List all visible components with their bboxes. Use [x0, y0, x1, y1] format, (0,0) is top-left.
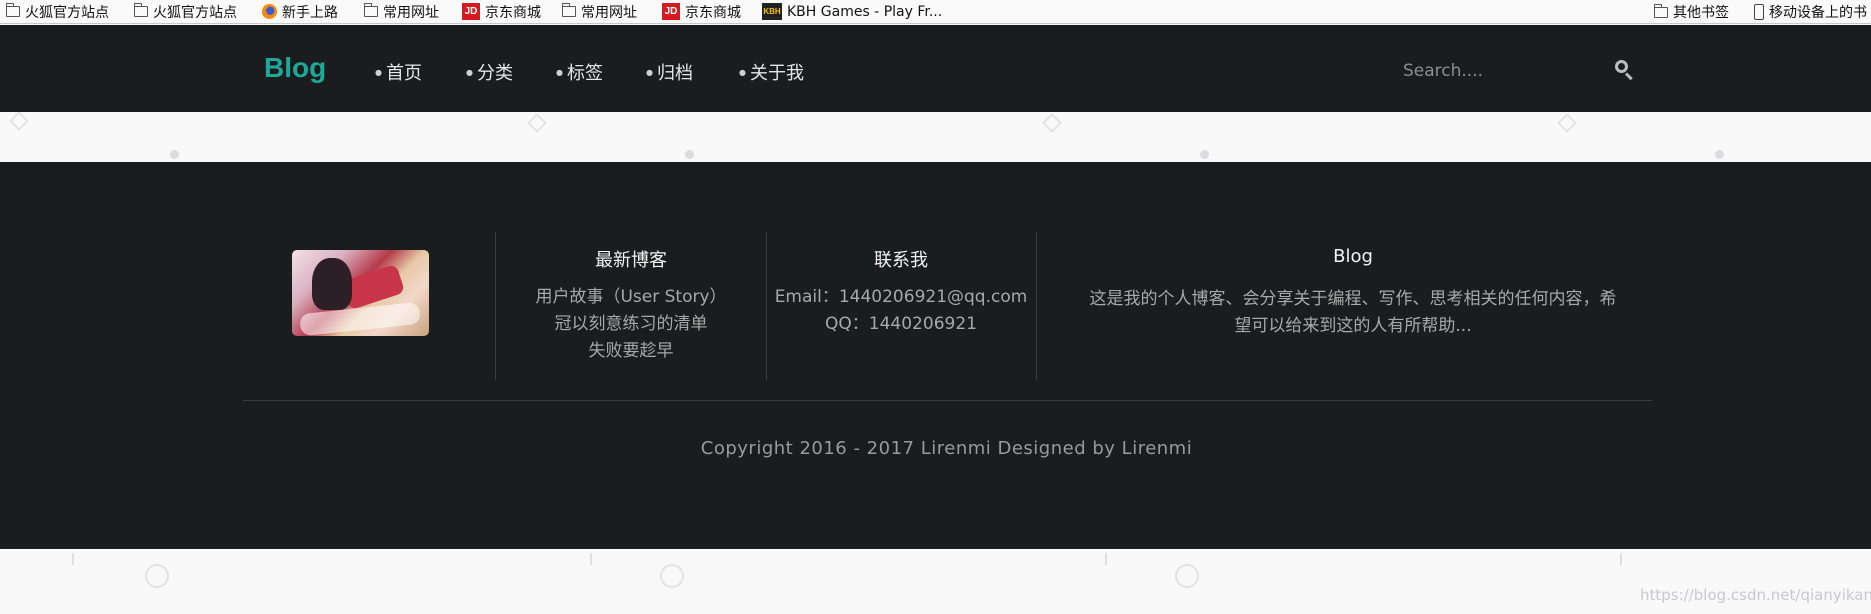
bookmark-label: 京东商城: [485, 4, 541, 21]
jd-icon: JD: [662, 3, 680, 20]
folder-icon: [561, 3, 576, 17]
bookmark-label: KBH Games - Play Fr...: [787, 3, 943, 20]
bookmark-label: 其他书签: [1673, 5, 1729, 21]
bookmark-label: 火狐官方站点: [25, 4, 109, 21]
search-icon[interactable]: [1614, 59, 1636, 81]
latest-posts-list: 用户故事（User Story） 冠以刻意练习的清单 失败要趁早: [496, 284, 766, 365]
bookmark-item[interactable]: KBH KBH Games - Play Fr...: [758, 0, 948, 24]
mobile-device-icon: [1754, 4, 1764, 20]
about-title: Blog: [1333, 246, 1373, 267]
bookmark-label: 京东商城: [685, 4, 741, 21]
footer-avatar-image: [292, 250, 429, 336]
tag-icon: ●: [556, 67, 563, 77]
contact-title: 联系我: [874, 250, 928, 271]
nav-item-about[interactable]: ● 关于我: [739, 59, 804, 85]
nav-item-label: 标签: [566, 63, 603, 84]
contact-qq: QQ：1440206921: [825, 314, 977, 334]
bookmark-item[interactable]: JD 京东商城: [458, 0, 547, 24]
bookmark-item[interactable]: 火狐官方站点: [130, 0, 243, 24]
latest-post-link[interactable]: 失败要趁早: [496, 338, 766, 365]
nav-item-label: 首页: [385, 63, 422, 84]
contact-email: Email：1440206921@qq.com: [774, 287, 1028, 307]
nav-item-tags[interactable]: ● 标签: [556, 59, 603, 85]
about-text: 这是我的个人博客、会分享关于编程、写作、思考相关的任何内容，希 望可以给来到这的…: [1037, 286, 1669, 340]
nav-item-label: 归档: [656, 63, 693, 84]
folder-icon: [133, 3, 148, 17]
bookmark-label: 常用网址: [383, 4, 439, 21]
bookmark-item[interactable]: 火狐官方站点: [2, 0, 115, 24]
about-text-line: 望可以给来到这的人有所帮助...: [1234, 316, 1472, 336]
site-footer: 最新博客 用户故事（User Story） 冠以刻意练习的清单 失败要趁早 联系…: [0, 162, 1871, 549]
folder-icon: [5, 3, 20, 17]
bookmark-label: 火狐官方站点: [153, 4, 237, 21]
category-icon: ●: [466, 67, 473, 77]
bookmark-label: 移动设备上的书: [1769, 5, 1867, 21]
bookmark-label: 新手上路: [282, 4, 338, 21]
search-input[interactable]: [1403, 59, 1603, 83]
nav-item-label: 分类: [476, 63, 513, 84]
background-pattern: [0, 549, 1871, 614]
bookmark-item[interactable]: 新手上路: [258, 0, 344, 24]
latest-posts-title: 最新博客: [595, 250, 667, 271]
firefox-icon: [262, 4, 277, 19]
home-icon: ●: [375, 67, 382, 77]
site-logo[interactable]: Blog: [264, 52, 326, 84]
info-icon: ●: [739, 67, 746, 77]
bookmark-mobile[interactable]: 移动设备上的书: [1750, 0, 1871, 24]
bookmark-item[interactable]: JD 京东商城: [658, 0, 747, 24]
about-text-line: 这是我的个人博客、会分享关于编程、写作、思考相关的任何内容，希: [1089, 289, 1617, 309]
bookmarks-toolbar: 火狐官方站点 火狐官方站点 新手上路 常用网址 JD 京东商城 常用网址 JD …: [0, 0, 1871, 24]
nav-item-archive[interactable]: ● 归档: [646, 59, 693, 85]
bookmark-item[interactable]: 常用网址: [360, 0, 445, 24]
nav-item-label: 关于我: [749, 63, 804, 84]
contact-info: Email：1440206921@qq.com QQ：1440206921: [766, 284, 1036, 338]
folder-icon: [1653, 3, 1668, 18]
kbh-icon: KBH: [762, 3, 782, 20]
copyright-text: Copyright 2016 - 2017 Lirenmi Designed b…: [700, 438, 1193, 459]
top-navbar: Blog ● 首页 ● 分类 ● 标签 ● 归档 ● 关于我: [0, 25, 1871, 112]
nav-item-categories[interactable]: ● 分类: [466, 59, 513, 85]
nav-item-home[interactable]: ● 首页: [375, 59, 422, 85]
bookmark-other[interactable]: 其他书签: [1650, 0, 1735, 24]
bookmark-label: 常用网址: [581, 4, 637, 21]
archive-icon: ●: [646, 67, 653, 77]
latest-post-link[interactable]: 冠以刻意练习的清单: [496, 311, 766, 338]
latest-post-link[interactable]: 用户故事（User Story）: [496, 284, 766, 311]
watermark-text: https://blog.csdn.net/qianyikang: [1640, 586, 1871, 604]
background-pattern: [0, 112, 1871, 162]
jd-icon: JD: [462, 3, 480, 20]
folder-icon: [363, 3, 378, 17]
footer-divider: [243, 400, 1652, 401]
bookmark-item[interactable]: 常用网址: [558, 0, 643, 24]
search-box: [1403, 59, 1643, 83]
